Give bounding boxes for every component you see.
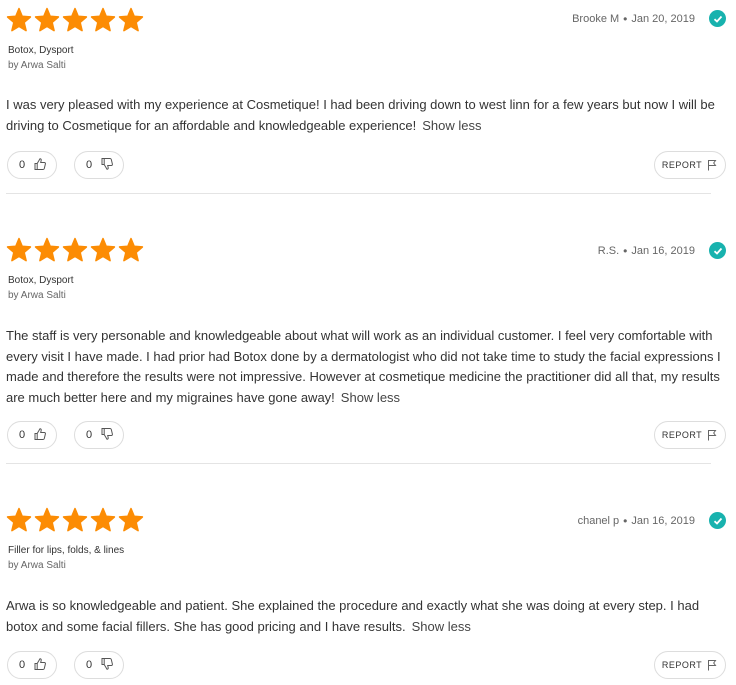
star-icon — [118, 237, 144, 262]
unhelpful-count: 0 — [86, 659, 93, 671]
reviewer-name: chanel p — [577, 514, 620, 527]
treatment-list: Filler for lips, folds, & lines — [8, 545, 125, 556]
report-button[interactable]: REPORT — [654, 151, 726, 179]
thumbs-down-icon — [100, 427, 114, 444]
helpful-button[interactable]: 0 — [7, 651, 57, 679]
report-label: REPORT — [661, 160, 703, 170]
unhelpful-button[interactable]: 0 — [74, 651, 124, 679]
treatment-list: Botox, Dysport — [8, 45, 74, 56]
review-meta: R.S. • Jan 16, 2019 — [598, 242, 726, 259]
report-button[interactable]: REPORT — [654, 421, 726, 449]
report-label: REPORT — [661, 430, 703, 440]
star-rating — [6, 7, 144, 33]
verified-check-icon — [709, 242, 726, 259]
star-icon — [6, 237, 32, 262]
star-icon — [62, 7, 88, 32]
show-less-link[interactable]: Show less — [341, 390, 400, 405]
helpful-count: 0 — [19, 429, 26, 441]
provider-name: by Arwa Salti — [8, 60, 66, 71]
star-icon — [34, 7, 60, 32]
separator-dot: • — [623, 243, 628, 258]
unhelpful-count: 0 — [86, 159, 93, 171]
star-rating — [6, 507, 144, 533]
provider-name: by Arwa Salti — [8, 560, 66, 571]
review-text: The staff is very personable and knowled… — [6, 326, 728, 408]
review-meta: Brooke M • Jan 20, 2019 — [572, 10, 726, 27]
star-icon — [6, 7, 32, 32]
treatment-list: Botox, Dysport — [8, 275, 74, 286]
unhelpful-button[interactable]: 0 — [74, 151, 124, 179]
unhelpful-count: 0 — [86, 429, 93, 441]
thumbs-down-icon — [100, 657, 114, 674]
star-icon — [62, 237, 88, 262]
star-icon — [34, 507, 60, 532]
review-meta: chanel p • Jan 16, 2019 — [578, 512, 726, 529]
verified-check-icon — [709, 10, 726, 27]
star-icon — [62, 507, 88, 532]
review-date: Jan 16, 2019 — [631, 244, 695, 257]
star-icon — [90, 507, 116, 532]
separator-dot: • — [623, 513, 628, 528]
flag-icon — [708, 660, 717, 671]
review-divider — [6, 193, 711, 194]
flag-icon — [708, 160, 717, 171]
report-button[interactable]: REPORT — [654, 651, 726, 679]
helpful-button[interactable]: 0 — [7, 151, 57, 179]
show-less-link[interactable]: Show less — [412, 619, 471, 634]
star-icon — [90, 237, 116, 262]
reviewer-name: Brooke M — [572, 12, 620, 25]
star-icon — [90, 7, 116, 32]
star-icon — [118, 7, 144, 32]
review-date: Jan 20, 2019 — [631, 12, 695, 25]
star-icon — [118, 507, 144, 532]
star-icon — [34, 237, 60, 262]
helpful-count: 0 — [19, 659, 26, 671]
reviewer-name: R.S. — [597, 244, 620, 257]
thumbs-down-icon — [100, 157, 114, 174]
review-text-content: Arwa is so knowledgeable and patient. Sh… — [6, 598, 700, 634]
flag-icon — [708, 430, 717, 441]
thumbs-up-icon — [33, 427, 47, 444]
show-less-link[interactable]: Show less — [422, 118, 481, 133]
review-text-content: I was very pleased with my experience at… — [6, 97, 715, 133]
review-text: Arwa is so knowledgeable and patient. Sh… — [6, 596, 728, 637]
separator-dot: • — [623, 11, 628, 26]
helpful-button[interactable]: 0 — [7, 421, 57, 449]
provider-name: by Arwa Salti — [8, 290, 66, 301]
review-divider — [6, 463, 711, 464]
verified-check-icon — [709, 512, 726, 529]
star-rating — [6, 237, 144, 263]
review-text: I was very pleased with my experience at… — [6, 95, 728, 136]
thumbs-up-icon — [33, 657, 47, 674]
report-label: REPORT — [661, 660, 703, 670]
thumbs-up-icon — [33, 157, 47, 174]
review-date: Jan 16, 2019 — [631, 514, 695, 527]
helpful-count: 0 — [19, 159, 26, 171]
star-icon — [6, 507, 32, 532]
unhelpful-button[interactable]: 0 — [74, 421, 124, 449]
